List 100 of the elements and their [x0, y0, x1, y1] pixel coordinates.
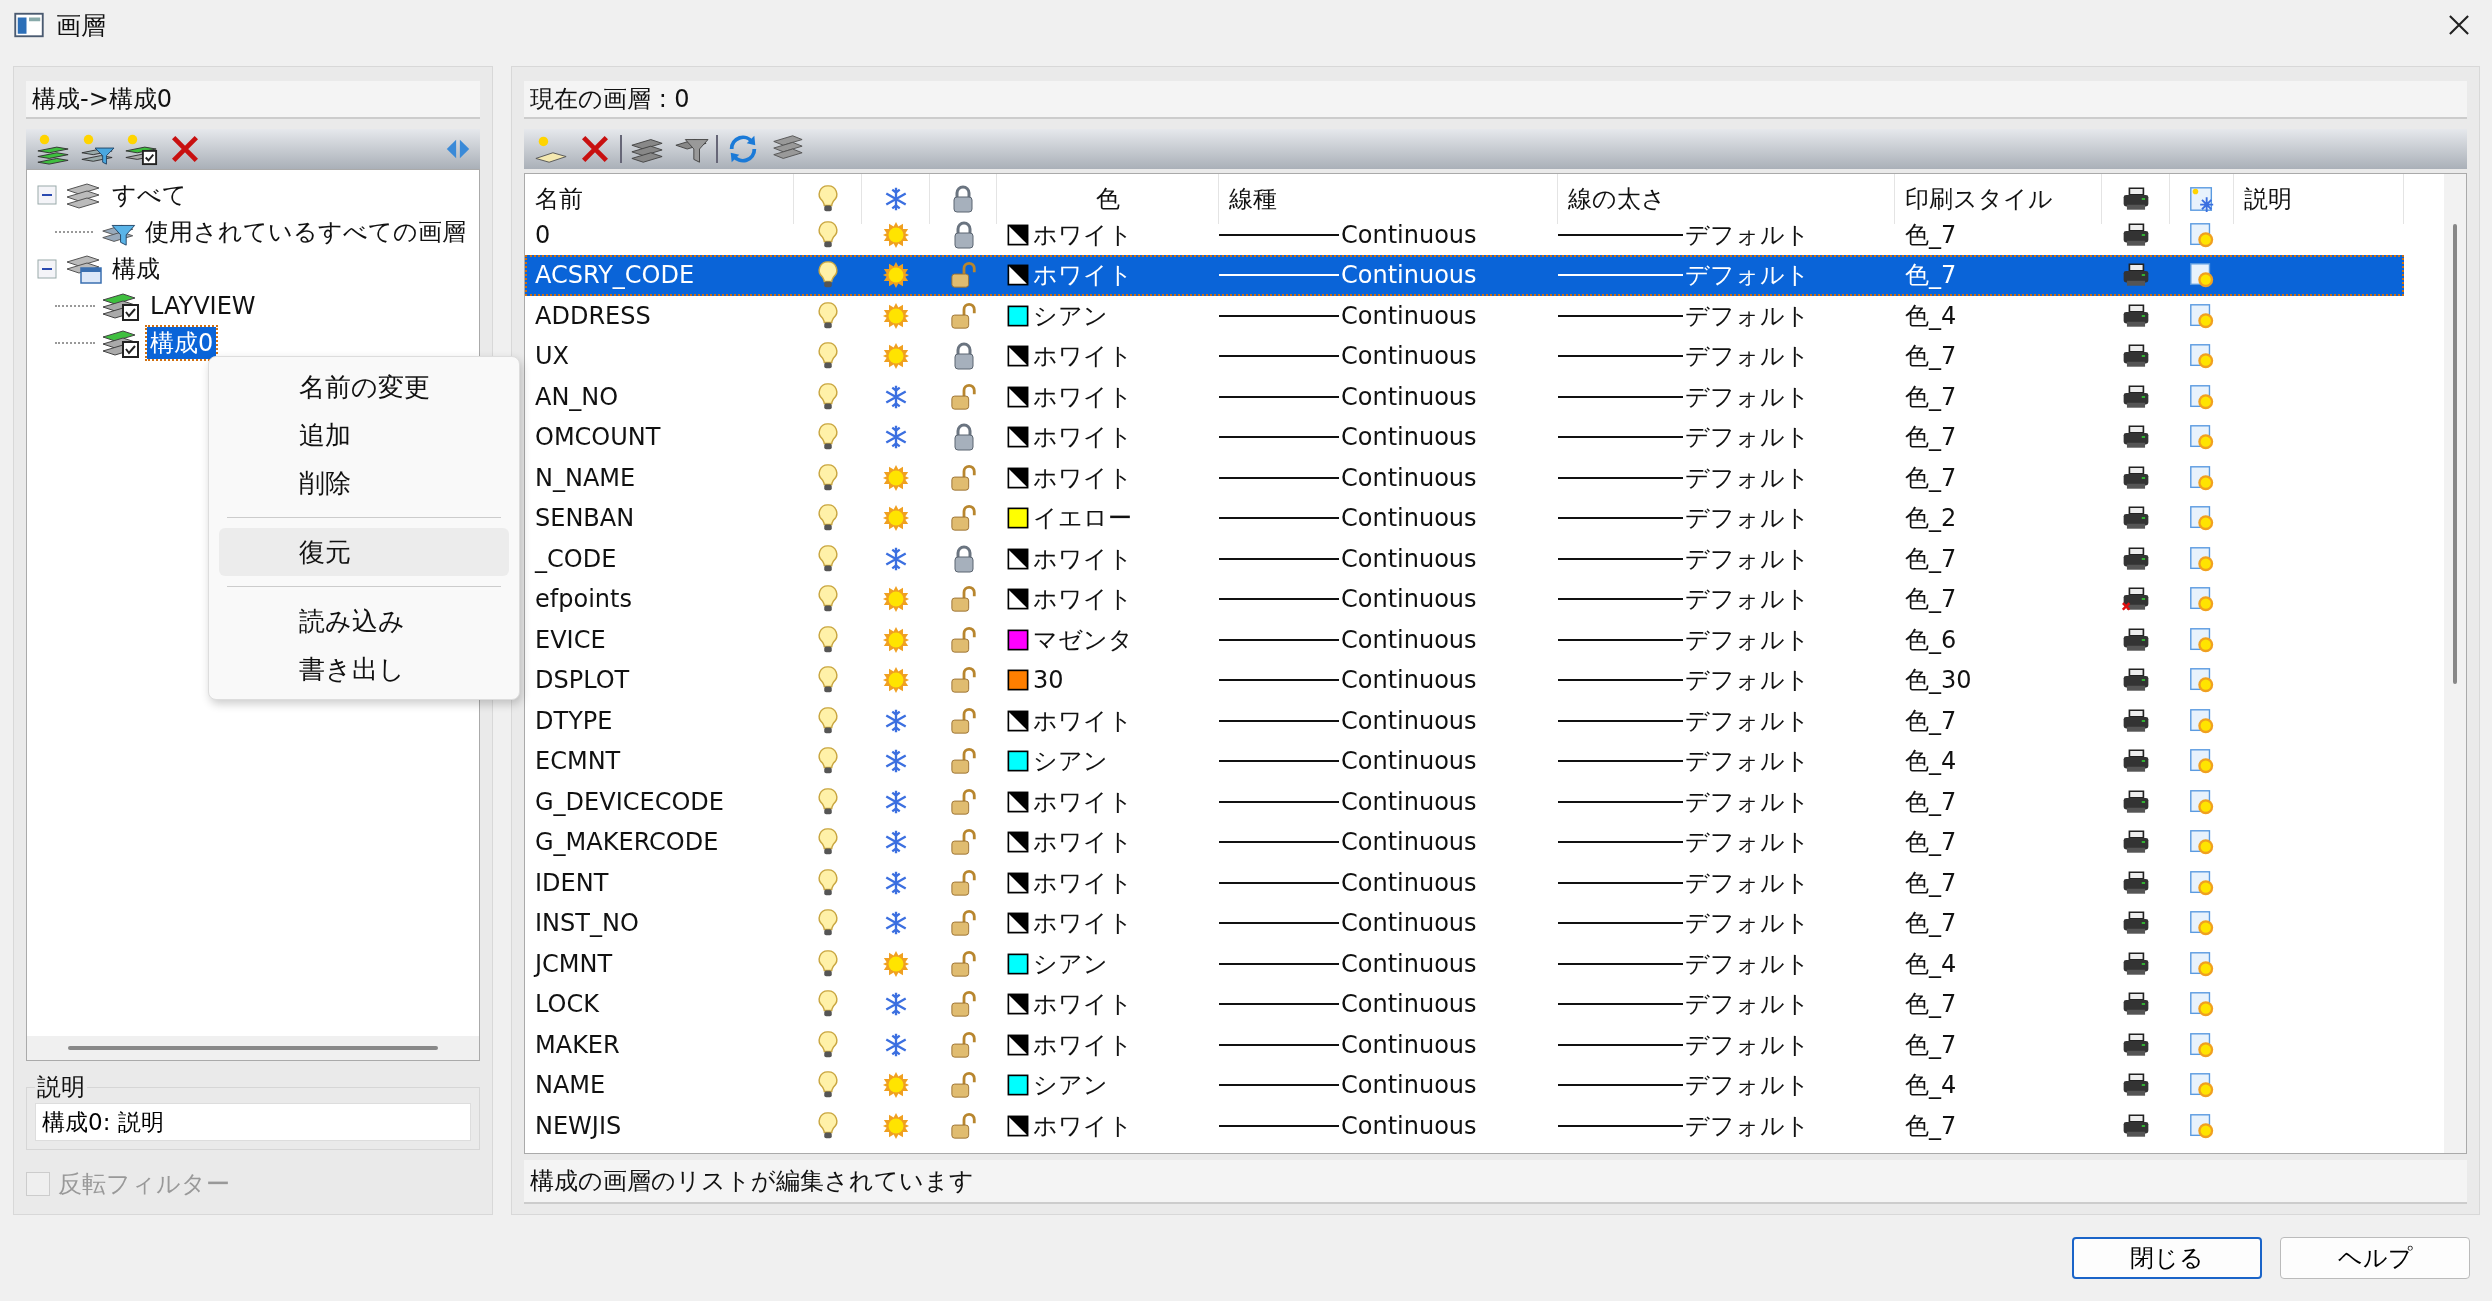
menu-item[interactable]: 復元	[219, 528, 509, 576]
table-row[interactable]: N_NAME ホワイト Continuous デフォルト 色_7	[525, 457, 2404, 498]
open-padlock-icon[interactable]	[949, 705, 978, 736]
color-swatch[interactable]	[1007, 507, 1029, 530]
color-swatch[interactable]	[1007, 466, 1029, 489]
tree-item[interactable]: 使用されているすべての画層	[142, 215, 469, 248]
table-row[interactable]: NEWJIS ホワイト Continuous デフォルト 色_7	[525, 1105, 2404, 1146]
scrollbar-thumb[interactable]	[68, 1046, 438, 1050]
table-row[interactable]: ADDRESS シアン Continuous デフォルト 色_4	[525, 295, 2404, 336]
open-padlock-icon[interactable]	[949, 665, 978, 696]
table-row[interactable]: UX ホワイト Continuous デフォルト 色_7	[525, 336, 2404, 377]
table-row[interactable]: SENBAN イエロー Continuous デフォルト 色_2	[525, 498, 2404, 539]
table-cell-text: ACSRY_CODE	[534, 260, 696, 292]
color-swatch[interactable]	[1007, 831, 1029, 854]
tree-item[interactable]: 構成0	[147, 326, 217, 359]
color-swatch[interactable]	[1007, 871, 1029, 894]
open-padlock-icon[interactable]	[949, 867, 978, 898]
color-swatch[interactable]	[1007, 264, 1029, 287]
table-cell: デフォルト	[1558, 903, 1895, 944]
table-cell: Continuous	[1219, 984, 1558, 1025]
help-button[interactable]: ヘルプ	[2280, 1237, 2470, 1279]
column-header[interactable]: 線の太さ	[1558, 174, 1895, 224]
table-row[interactable]: JCMNT シアン Continuous デフォルト 色_4	[525, 943, 2404, 984]
column-header[interactable]: 印刷スタイル	[1895, 174, 2102, 224]
color-swatch[interactable]	[1007, 304, 1029, 327]
menu-item[interactable]: 名前の変更	[219, 363, 509, 411]
color-swatch[interactable]	[1007, 709, 1029, 732]
viewport-freeze-icon[interactable]	[2187, 184, 2216, 214]
description-field[interactable]: 構成0: 説明	[35, 1103, 471, 1141]
color-swatch[interactable]	[1007, 952, 1029, 975]
color-swatch[interactable]	[1007, 1114, 1029, 1137]
open-padlock-icon[interactable]	[949, 786, 978, 817]
color-swatch[interactable]	[1007, 669, 1029, 692]
open-padlock-icon[interactable]	[949, 908, 978, 939]
table-cell-text: 色_2	[1904, 503, 1958, 535]
table-row[interactable]: LOCK ホワイト Continuous デフォルト 色_7	[525, 984, 2404, 1025]
table-cell-text: ECMNT	[534, 746, 622, 778]
column-header[interactable]: 線種	[1219, 174, 1558, 224]
scrollbar-thumb[interactable]	[2453, 224, 2457, 684]
table-row[interactable]: OMCOUNT ホワイト Continuous デフォルト 色_7	[525, 417, 2404, 458]
column-header[interactable]: 名前	[525, 174, 794, 224]
close-icon[interactable]	[2446, 12, 2472, 38]
open-padlock-icon[interactable]	[949, 260, 978, 291]
open-padlock-icon[interactable]	[949, 462, 978, 493]
table-row[interactable]: IDENT ホワイト Continuous デフォルト 色_7	[525, 862, 2404, 903]
color-swatch[interactable]	[1007, 345, 1029, 368]
menu-item[interactable]: 書き出し	[219, 645, 509, 693]
color-swatch[interactable]	[1007, 547, 1029, 570]
collapse-box-icon[interactable]	[37, 258, 57, 279]
menu-item[interactable]: 読み込み	[219, 597, 509, 645]
color-swatch[interactable]	[1007, 628, 1029, 651]
table-row[interactable]: MAKER ホワイト Continuous デフォルト 色_7	[525, 1024, 2404, 1065]
open-padlock-icon[interactable]	[949, 948, 978, 979]
table-cell-text: 色_30	[1904, 665, 1973, 697]
table-row[interactable]: ACSRY_CODE ホワイト Continuous デフォルト 色_7	[525, 255, 2404, 296]
open-padlock-icon[interactable]	[949, 584, 978, 615]
color-swatch[interactable]	[1007, 1033, 1029, 1056]
table-cell: Continuous	[1219, 1065, 1558, 1106]
table-row[interactable]: DTYPE ホワイト Continuous デフォルト 色_7	[525, 700, 2404, 741]
tree-item[interactable]: LAYVIEW	[147, 291, 259, 320]
menu-item[interactable]: 追加	[219, 411, 509, 459]
open-padlock-icon[interactable]	[949, 746, 978, 777]
color-name: イエロー	[1033, 503, 1132, 535]
open-padlock-icon[interactable]	[949, 827, 978, 858]
table-cell-text: EVICE	[534, 624, 607, 656]
open-padlock-icon[interactable]	[949, 300, 978, 331]
color-swatch[interactable]	[1007, 1074, 1029, 1097]
table-cell: Continuous	[1219, 619, 1558, 660]
table-row[interactable]: DSPLOT 30 Continuous デフォルト 色_30	[525, 660, 2404, 701]
tree-item[interactable]: 構成	[109, 252, 163, 285]
color-swatch[interactable]	[1007, 993, 1029, 1016]
color-swatch[interactable]	[1007, 385, 1029, 408]
color-swatch[interactable]	[1007, 588, 1029, 611]
open-padlock-icon[interactable]	[949, 989, 978, 1020]
open-padlock-icon[interactable]	[949, 624, 978, 655]
column-header[interactable]: 説明	[2234, 174, 2404, 224]
open-padlock-icon[interactable]	[949, 1070, 978, 1101]
open-padlock-icon[interactable]	[949, 1029, 978, 1060]
table-row[interactable]: efpoints ホワイト Continuous デフォルト 色_7	[525, 579, 2404, 620]
column-header[interactable]: 色	[997, 174, 1219, 224]
color-swatch[interactable]	[1007, 750, 1029, 773]
color-swatch[interactable]	[1007, 912, 1029, 935]
table-row[interactable]: ECMNT シアン Continuous デフォルト 色_4	[525, 741, 2404, 782]
table-row[interactable]: G_DEVICECODE ホワイト Continuous デフォルト 色_7	[525, 781, 2404, 822]
table-row[interactable]: G_MAKERCODE ホワイト Continuous デフォルト 色_7	[525, 822, 2404, 863]
table-row[interactable]: NAME シアン Continuous デフォルト 色_4	[525, 1065, 2404, 1106]
color-swatch[interactable]	[1007, 790, 1029, 813]
open-padlock-icon[interactable]	[949, 503, 978, 534]
color-swatch[interactable]	[1007, 426, 1029, 449]
open-padlock-icon[interactable]	[949, 1110, 978, 1141]
open-padlock-icon[interactable]	[949, 381, 978, 412]
color-swatch[interactable]	[1007, 223, 1029, 246]
collapse-box-icon[interactable]	[37, 184, 57, 205]
table-row[interactable]: EVICE マゼンタ Continuous デフォルト 色_6	[525, 619, 2404, 660]
menu-item[interactable]: 削除	[219, 459, 509, 507]
table-row[interactable]: INST_NO ホワイト Continuous デフォルト 色_7	[525, 903, 2404, 944]
table-row[interactable]: AN_NO ホワイト Continuous デフォルト 色_7	[525, 376, 2404, 417]
close-button[interactable]: 閉じる	[2072, 1237, 2262, 1279]
tree-item[interactable]: すべて	[109, 178, 190, 211]
table-row[interactable]: _CODE ホワイト Continuous デフォルト 色_7	[525, 538, 2404, 579]
